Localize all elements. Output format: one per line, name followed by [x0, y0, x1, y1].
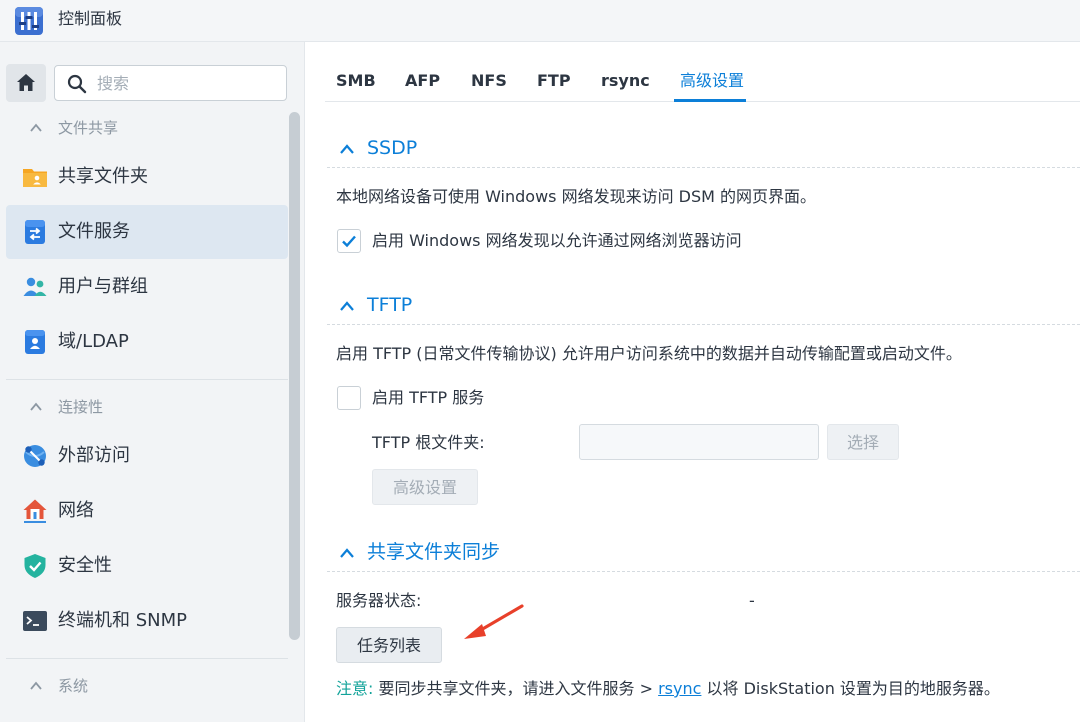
tftp-root-folder-input[interactable] — [579, 424, 819, 460]
control-panel-icon — [15, 7, 43, 35]
section-title: TFTP — [367, 294, 413, 316]
group-label: 连接性 — [58, 398, 104, 416]
tab-bar: SMB AFP NFS FTP rsync 高级设置 — [325, 42, 1080, 102]
server-status-label: 服务器状态: — [336, 591, 422, 610]
sidebar: 文件共享 共享文件夹 文件服务 用户与群组 — [0, 42, 305, 722]
terminal-icon — [23, 611, 47, 631]
users-icon — [23, 277, 47, 296]
sidebar-item-external-access[interactable]: 外部访问 — [6, 429, 288, 483]
sync-note: 注意: 要同步共享文件夹，请进入文件服务 > rsync 以将 DiskStat… — [336, 678, 1000, 700]
note-text: 要同步共享文件夹，请进入文件服务 > — [378, 679, 659, 698]
search-icon — [67, 74, 87, 94]
rsync-link[interactable]: rsync — [658, 679, 701, 698]
sidebar-item-shared-folder[interactable]: 共享文件夹 — [6, 150, 288, 204]
chevron-up-icon — [30, 123, 42, 132]
tftp-root-folder-label: TFTP 根文件夹: — [372, 433, 485, 452]
sidebar-item-label: 共享文件夹 — [58, 166, 148, 187]
section-title: SSDP — [367, 137, 418, 159]
external-access-icon — [24, 445, 46, 467]
group-system[interactable]: 系统 — [0, 668, 290, 704]
sidebar-item-label: 用户与群组 — [58, 276, 148, 297]
home-icon — [17, 74, 35, 91]
tab-rsync[interactable]: rsync — [601, 70, 650, 92]
sidebar-item-label: 网络 — [58, 500, 94, 521]
group-label: 文件共享 — [58, 119, 119, 137]
sidebar-divider — [6, 658, 288, 659]
search-input[interactable] — [97, 71, 277, 95]
tftp-enable-checkbox[interactable] — [337, 386, 361, 410]
section-sync-header[interactable]: 共享文件夹同步 — [327, 532, 1080, 572]
sidebar-item-label: 外部访问 — [58, 445, 130, 466]
sidebar-item-label: 域/LDAP — [58, 331, 129, 352]
select-button[interactable]: 选择 — [827, 424, 899, 460]
tab-advanced-settings[interactable]: 高级设置 — [680, 70, 744, 92]
domain-icon — [25, 330, 45, 354]
file-services-icon — [25, 220, 45, 244]
ssdp-enable-checkbox[interactable] — [337, 229, 361, 253]
sidebar-scrollbar[interactable] — [289, 112, 300, 640]
note-text-end: 以将 DiskStation 设置为目的地服务器。 — [701, 679, 1000, 698]
group-file-sharing[interactable]: 文件共享 — [0, 110, 290, 146]
chevron-up-icon — [30, 402, 42, 411]
group-connectivity[interactable]: 连接性 — [0, 389, 290, 425]
sidebar-item-terminal-snmp[interactable]: 终端机和 SNMP — [6, 594, 288, 648]
sidebar-item-users-groups[interactable]: 用户与群组 — [6, 260, 288, 314]
task-list-button[interactable]: 任务列表 — [336, 627, 442, 663]
chevron-up-icon — [30, 681, 42, 690]
active-tab-indicator — [674, 99, 746, 102]
checkmark-icon — [342, 235, 356, 248]
section-title: 共享文件夹同步 — [367, 541, 501, 563]
sidebar-item-label: 文件服务 — [58, 221, 130, 242]
server-status-value: - — [749, 591, 755, 610]
chevron-up-icon — [340, 548, 354, 558]
tab-afp[interactable]: AFP — [405, 70, 440, 92]
sidebar-item-file-services[interactable]: 文件服务 — [6, 205, 288, 259]
sidebar-item-network[interactable]: 网络 — [6, 484, 288, 538]
ssdp-checkbox-label: 启用 Windows 网络发现以允许通过网络浏览器访问 — [372, 231, 742, 250]
home-button[interactable] — [6, 64, 46, 102]
search-box[interactable] — [54, 65, 287, 101]
folder-user-icon — [23, 169, 47, 187]
sidebar-item-domain-ldap[interactable]: 域/LDAP — [6, 315, 288, 369]
note-label: 注意: — [336, 679, 374, 698]
main-panel: SMB AFP NFS FTP rsync 高级设置 SSDP 本地网络设备可使… — [305, 42, 1080, 722]
window-title: 控制面板 — [58, 9, 123, 28]
sidebar-item-label: 安全性 — [58, 555, 112, 576]
shield-icon — [24, 554, 46, 578]
tftp-checkbox-label: 启用 TFTP 服务 — [372, 388, 485, 407]
chevron-up-icon — [340, 144, 354, 154]
tab-ftp[interactable]: FTP — [537, 70, 571, 92]
network-icon — [23, 499, 47, 523]
section-tftp-header[interactable]: TFTP — [327, 285, 1080, 325]
tftp-advanced-settings-button[interactable]: 高级设置 — [372, 469, 478, 505]
sidebar-item-security[interactable]: 安全性 — [6, 539, 288, 593]
annotation-arrow-icon — [464, 604, 524, 639]
sidebar-divider — [6, 379, 288, 380]
section-ssdp-header[interactable]: SSDP — [327, 128, 1080, 168]
sidebar-item-label: 终端机和 SNMP — [58, 610, 187, 631]
chevron-up-icon — [340, 301, 354, 311]
tab-smb[interactable]: SMB — [336, 70, 376, 92]
tftp-description: 启用 TFTP (日常文件传输协议) 允许用户访问系统中的数据并自动传输配置或启… — [336, 344, 962, 363]
title-bar: 控制面板 — [0, 0, 1080, 42]
group-label: 系统 — [58, 677, 89, 695]
tab-nfs[interactable]: NFS — [471, 70, 507, 92]
ssdp-description: 本地网络设备可使用 Windows 网络发现来访问 DSM 的网页界面。 — [336, 187, 817, 206]
